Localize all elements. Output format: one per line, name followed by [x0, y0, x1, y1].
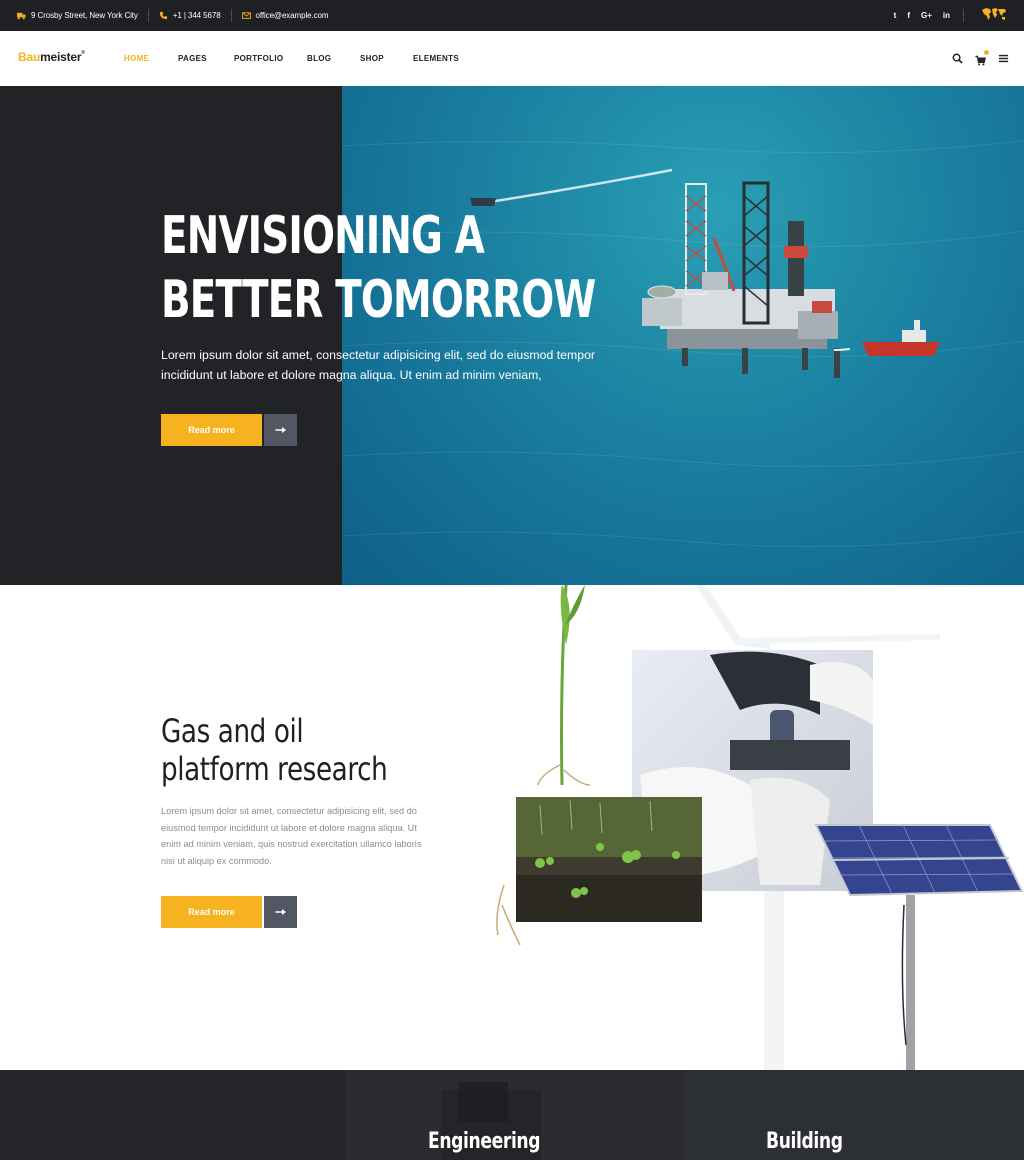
divider: [963, 9, 964, 22]
research-text-line-2: eiusmod tempor incididunt ut labore et d…: [161, 822, 417, 833]
hero-text: Lorem ipsum dolor sit amet, consectetur …: [161, 345, 621, 385]
nav-item-elements[interactable]: ELEMENTS: [413, 54, 473, 63]
solar-panel-image: [814, 824, 1024, 1070]
search-icon[interactable]: [952, 53, 963, 64]
phone-icon: [159, 11, 167, 20]
research-arrow-button[interactable]: [264, 896, 297, 928]
research-title: Gas and oil platform research: [161, 712, 388, 788]
nav-item-pages[interactable]: PAGES: [178, 54, 234, 63]
divider: [230, 9, 232, 22]
envelope-icon: [241, 12, 251, 19]
hero-read-more-button[interactable]: Read more: [161, 414, 262, 446]
service-title-building: Building: [766, 1129, 843, 1154]
contact-info: 9 Crosby Street, New York City +1 | 344 …: [17, 0, 329, 31]
logo-accent: Bau: [18, 50, 41, 64]
twitter-icon[interactable]: t: [894, 11, 897, 20]
service-card-building[interactable]: Building: [685, 1070, 1024, 1160]
research-text-line-1: Lorem ipsum dolor sit amet, consectetur …: [161, 806, 417, 816]
hero-text-line-2: incididunt ut labore et dolore magna ali…: [161, 368, 542, 382]
hero-title-line-1: ENVISIONING A: [161, 206, 485, 266]
hero-cta: Read more: [161, 414, 297, 446]
logo-text: meister: [40, 50, 82, 64]
phone-item[interactable]: +1 | 344 5678: [159, 0, 221, 31]
nav-item-blog[interactable]: BLOG: [307, 54, 360, 63]
nav-item-shop[interactable]: SHOP: [360, 54, 413, 63]
address-text: 9 Crosby Street, New York City: [31, 11, 138, 20]
top-bar: 9 Crosby Street, New York City +1 | 344 …: [0, 0, 1024, 31]
main-navigation: Baumeister® HOME PAGES PORTFOLIO BLOG SH…: [0, 31, 1024, 86]
research-read-more-button[interactable]: Read more: [161, 896, 262, 928]
menu-icon[interactable]: [998, 53, 1009, 64]
logo-registered-mark: ®: [81, 50, 85, 56]
research-title-line-1: Gas and oil: [161, 712, 304, 750]
facebook-icon[interactable]: f: [907, 11, 910, 20]
research-image-collage: [496, 585, 1024, 1070]
arrow-right-icon: [275, 909, 286, 915]
divider: [147, 9, 149, 22]
research-title-line-2: platform research: [161, 750, 388, 788]
nav-menu: HOME PAGES PORTFOLIO BLOG SHOP ELEMENTS: [124, 31, 473, 86]
research-text: Lorem ipsum dolor sit amet, consectetur …: [161, 803, 439, 869]
email-item[interactable]: office@example.com: [241, 0, 329, 31]
hero-text-line-1: Lorem ipsum dolor sit amet, consectetur …: [161, 348, 596, 362]
hero-title: ENVISIONING A BETTER TOMORROW: [161, 204, 596, 332]
hero-image-offshore-rig: [342, 86, 1024, 585]
hero-arrow-button[interactable]: [264, 414, 297, 446]
service-title-engineering: Engineering: [428, 1129, 541, 1154]
seedlings-image: [516, 797, 702, 922]
phone-text: +1 | 344 5678: [172, 11, 221, 20]
email-text: office@example.com: [255, 11, 329, 20]
research-section: Gas and oil platform research Lorem ipsum…: [0, 585, 1024, 1070]
hero-title-line-2: BETTER TOMORROW: [161, 270, 596, 330]
nav-item-portfolio[interactable]: PORTFOLIO: [234, 54, 307, 63]
social-links: t f G+ in: [894, 0, 964, 31]
nav-item-home[interactable]: HOME: [124, 54, 178, 63]
linkedin-icon[interactable]: in: [943, 11, 950, 20]
nav-icons: [952, 31, 1009, 86]
hero-section: ENVISIONING A BETTER TOMORROW Lorem ipsum…: [0, 86, 1024, 585]
research-text-line-3: enim ad minim veniam, quis nostrud exerc…: [161, 839, 422, 849]
address-item: 9 Crosby Street, New York City: [17, 0, 138, 31]
services-section: Engineering Building: [0, 1070, 1024, 1160]
cart-button[interactable]: [975, 50, 989, 66]
service-card-empty: [0, 1070, 346, 1160]
cart-badge: [984, 50, 989, 55]
service-card-engineering[interactable]: Engineering: [346, 1070, 685, 1160]
truck-icon: [17, 12, 26, 20]
arrow-right-icon: [275, 427, 286, 433]
logo[interactable]: Baumeister®: [18, 50, 85, 64]
cart-icon: [975, 55, 986, 66]
research-cta: Read more: [161, 896, 297, 928]
world-map-icon[interactable]: [981, 7, 1007, 22]
google-plus-icon[interactable]: G+: [921, 11, 932, 20]
offshore-platform-illustration: [342, 140, 1024, 548]
research-text-line-4: nisi ut aliquip ex commodo.: [161, 855, 272, 866]
